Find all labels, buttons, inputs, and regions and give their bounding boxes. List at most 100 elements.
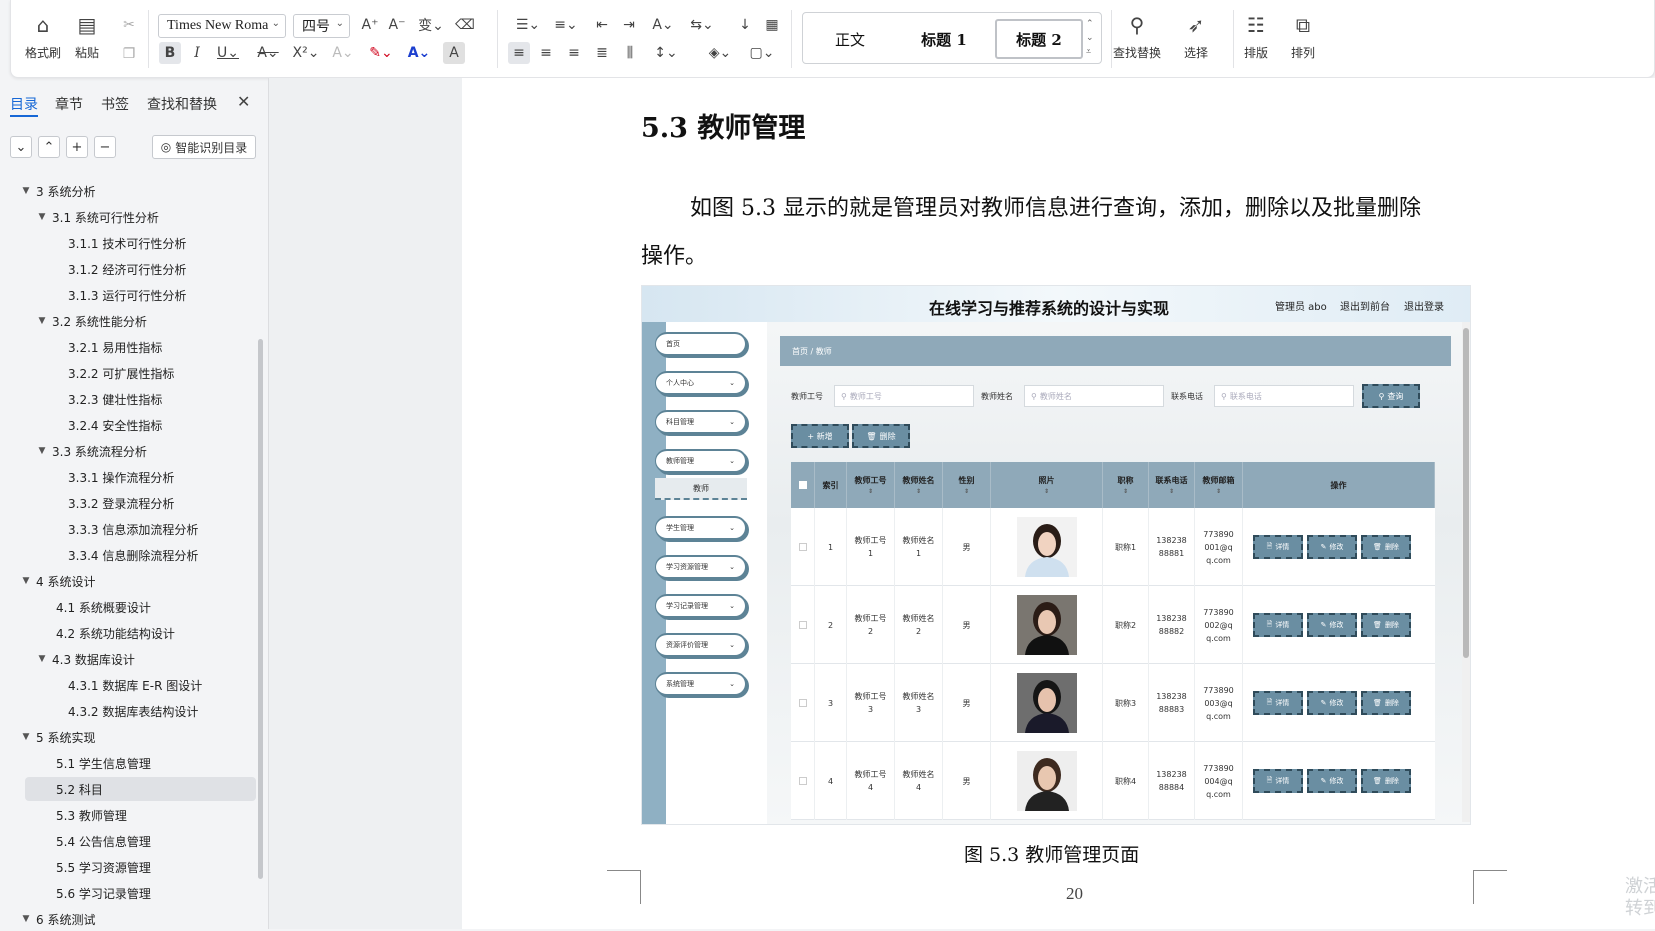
toc-item[interactable]: ▼ 3.2 系统性能分析 (36, 309, 147, 333)
expand-triangle-icon[interactable]: ▼ (36, 316, 48, 326)
layout-button[interactable]: ☷ 排版 (1243, 12, 1269, 61)
toc-item[interactable]: 5.6 学习记录管理 (36, 881, 151, 905)
superscript-icon[interactable]: X²⌄ (291, 42, 321, 64)
decrease-indent-icon[interactable]: ⇤ (591, 14, 613, 36)
phonetic-icon[interactable]: 变⌄ (416, 14, 446, 36)
bold-icon[interactable]: B (159, 42, 181, 64)
arrange-button[interactable]: ⧉ 排列 (1290, 12, 1316, 61)
collapse-all-icon[interactable]: ⌄ (10, 136, 32, 158)
toc-item[interactable]: ▼ 3.3 系统流程分析 (36, 439, 147, 463)
strikethrough-icon[interactable]: A⌄ (254, 42, 282, 64)
layout-icon: ☷ (1247, 13, 1265, 37)
clear-format-icon[interactable]: ⌫ (454, 14, 476, 36)
style-scroll-icon[interactable]: ⌃ ⌄ ⩡ (1086, 17, 1094, 59)
figure-cell: 职称3 (1103, 664, 1149, 742)
toc-item[interactable]: 5.5 学习资源管理 (36, 855, 151, 879)
select-button[interactable]: ➶ 选择 (1183, 12, 1209, 61)
toc-item[interactable]: 3.3.3 信息添加流程分析 (52, 517, 198, 541)
paste-button[interactable]: ▤ 粘贴 (74, 12, 100, 61)
font-size-select[interactable]: 四号 ⌄ (293, 14, 350, 38)
toc-item[interactable]: ▼ 4.3 数据库设计 (36, 647, 135, 671)
close-icon[interactable]: ✕ (237, 92, 250, 111)
toc-item[interactable]: 3.2.3 健壮性指标 (52, 387, 162, 411)
add-heading-icon[interactable]: + (66, 136, 88, 158)
tab-chapters[interactable]: 章节 (55, 94, 83, 114)
toc-item[interactable]: 3.2.1 易用性指标 (52, 335, 162, 359)
expand-up-icon[interactable]: ⌃ (38, 136, 60, 158)
format-painter-button[interactable]: ⌂ 格式刷 (25, 12, 61, 61)
tab-bookmarks[interactable]: 书签 (101, 94, 129, 114)
grow-font-icon[interactable]: A⁺ (359, 14, 381, 36)
find-replace-button[interactable]: ⚲ 查找替换 (1113, 12, 1161, 61)
toc-item[interactable]: 3.3.1 操作流程分析 (52, 465, 174, 489)
align-right-icon[interactable]: ≡ (563, 42, 585, 64)
shading-icon[interactable]: ◈⌄ (705, 42, 735, 64)
align-left-icon[interactable]: ≡ (508, 42, 530, 64)
toc-item[interactable]: 5.3 教师管理 (36, 803, 127, 827)
toc-item[interactable]: 5.2 科目 (25, 777, 256, 801)
expand-triangle-icon[interactable]: ▼ (20, 576, 32, 586)
char-shading-icon[interactable]: A (443, 42, 465, 64)
font-color-icon[interactable]: A⌄ (404, 42, 434, 64)
align-center-icon[interactable]: ≡ (535, 42, 557, 64)
justify-icon[interactable]: ≣ (591, 42, 613, 64)
toc-item[interactable]: ▼ 4 系统设计 (20, 569, 96, 593)
table-grid-icon[interactable]: ▦ (761, 14, 783, 36)
toc-item[interactable]: ▼ 3 系统分析 (20, 179, 96, 203)
highlight-icon[interactable]: ✎⌄ (366, 42, 396, 64)
cut-icon[interactable]: ✂ (118, 14, 140, 36)
shrink-font-icon[interactable]: A⁻ (386, 14, 408, 36)
style-normal[interactable]: 正文 (809, 19, 891, 59)
scrollbar[interactable] (258, 339, 263, 879)
toc-item[interactable]: 4.1 系统概要设计 (36, 595, 151, 619)
expand-triangle-icon[interactable]: ▼ (20, 732, 32, 742)
toc-item[interactable]: 3.1.1 技术可行性分析 (52, 231, 186, 255)
toc-item[interactable]: 4.2 系统功能结构设计 (36, 621, 175, 645)
tab-toc[interactable]: 目录 (10, 94, 38, 114)
toc-item-label: 3.3.1 操作流程分析 (68, 470, 175, 485)
toc-item[interactable]: 4.3.2 数据库表结构设计 (52, 699, 198, 723)
style-heading2[interactable]: 标题 2 (995, 19, 1083, 59)
toc-item[interactable]: 4.3.1 数据库 E-R 图设计 (52, 673, 202, 697)
expand-triangle-icon[interactable]: ▼ (36, 446, 48, 456)
toc-item[interactable]: 3.3.4 信息删除流程分析 (52, 543, 198, 567)
toc-item[interactable]: 3.1.2 经济可行性分析 (52, 257, 186, 281)
line-spacing-icon[interactable]: ↕⌄ (651, 42, 681, 64)
numbering-icon[interactable]: ≡⌄ (551, 14, 581, 36)
expand-triangle-icon[interactable]: ▼ (36, 212, 48, 222)
remove-heading-icon[interactable]: − (94, 136, 116, 158)
tab-find-replace[interactable]: 查找和替换 (147, 94, 217, 114)
toc-item[interactable]: 3.3.2 登录流程分析 (52, 491, 174, 515)
font-name-select[interactable]: Times New Roma ⌄ (158, 14, 286, 38)
sort-az-icon[interactable]: ↓ (734, 14, 756, 36)
text-effect-icon[interactable]: A⌄ (329, 42, 357, 64)
borders-icon[interactable]: ▢⌄ (747, 42, 777, 64)
figure-action-button: 🗑 删除 (1361, 613, 1411, 637)
toc-item[interactable]: ▼ 5 系统实现 (20, 725, 96, 749)
toc-item[interactable]: ▼ 3.1 系统可行性分析 (36, 205, 159, 229)
toc-item[interactable]: ▼ 6 系统测试 (20, 907, 96, 931)
toc-item-label: 4.3 数据库设计 (52, 652, 135, 667)
toc-item[interactable]: 3.1.3 运行可行性分析 (52, 283, 186, 307)
distribute-icon[interactable]: ⫼ (619, 42, 641, 64)
increase-indent-icon[interactable]: ⇥ (618, 14, 640, 36)
bullets-icon[interactable]: ☰⌄ (513, 14, 543, 36)
figure-column-label: 教师工号 (854, 476, 887, 485)
sort-icon: ⇕ (915, 488, 922, 495)
toc-item[interactable]: 5.1 学生信息管理 (36, 751, 151, 775)
toc-item[interactable]: 3.2.2 可扩展性指标 (52, 361, 174, 385)
figure-column-header: 教师邮箱 ⇕ (1195, 462, 1243, 508)
text-direction-icon[interactable]: A⌄ (648, 14, 678, 36)
style-heading1[interactable]: 标题 1 (899, 19, 989, 59)
underline-icon[interactable]: U⌄ (214, 42, 242, 64)
toc-item[interactable]: 5.4 公告信息管理 (36, 829, 151, 853)
figure-logout-link: 退出登录 (1404, 302, 1444, 313)
expand-triangle-icon[interactable]: ▼ (36, 654, 48, 664)
expand-triangle-icon[interactable]: ▼ (20, 914, 32, 924)
copy-icon[interactable]: ❐ (118, 43, 140, 65)
italic-icon[interactable]: I (186, 42, 208, 64)
expand-triangle-icon[interactable]: ▼ (20, 186, 32, 196)
toc-item[interactable]: 3.2.4 安全性指标 (52, 413, 162, 437)
smart-toc-button[interactable]: ◎ 智能识别目录 (152, 135, 256, 159)
sort-icon[interactable]: ⇆⌄ (687, 14, 717, 36)
